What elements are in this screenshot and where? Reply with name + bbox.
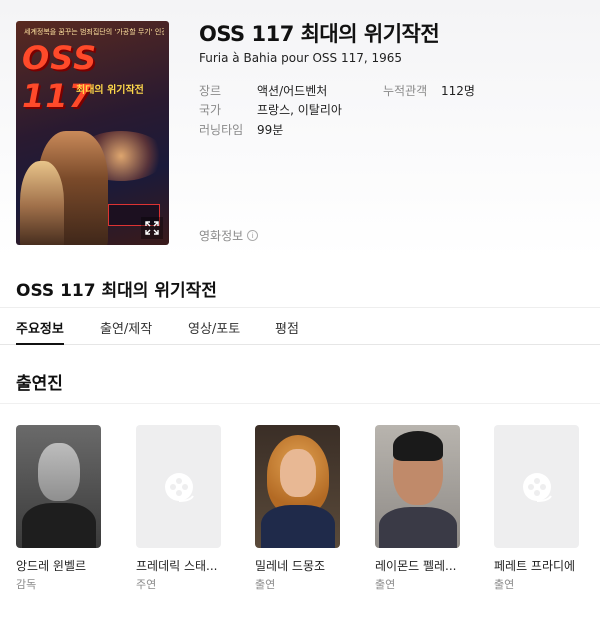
expand-icon[interactable]	[141, 217, 163, 239]
meta-runtime: 러닝타임 99분	[199, 121, 283, 138]
meta-value: 112명	[441, 84, 475, 98]
meta-label: 러닝타임	[199, 123, 244, 137]
tab-cast-crew[interactable]: 출연/제작	[100, 318, 152, 337]
divider	[0, 403, 600, 404]
cast-name: 페레트 프라디에	[494, 559, 576, 573]
portrait-body	[261, 505, 335, 548]
info-icon: i	[247, 230, 259, 241]
meta-value: 프랑스, 이탈리아	[257, 103, 342, 117]
film-reel-icon	[165, 473, 194, 502]
cast-card[interactable]: 레이몬드 펠레... 출연	[375, 425, 461, 592]
movie-info-label: 영화정보	[199, 229, 244, 243]
movie-poster[interactable]: 세계정복을 꿈꾸는 범죄집단의 '가공할 무기' 인간폭탄! OSS 117 최…	[16, 21, 169, 245]
meta-label: 누적관객	[383, 84, 428, 98]
meta-label: 장르	[199, 84, 222, 98]
cast-name: 레이몬드 펠레...	[375, 559, 457, 573]
meta-audience: 누적관객 112명	[383, 82, 475, 99]
cast-name: 앙드레 윈벨르	[16, 559, 87, 573]
cast-photo	[375, 425, 460, 548]
cast-photo-placeholder	[136, 425, 221, 548]
cast-card[interactable]: 밀레네 드몽조 출연	[255, 425, 341, 592]
cast-name: 프레데릭 스태...	[136, 559, 218, 573]
tab-main-info[interactable]: 주요정보	[16, 318, 64, 337]
cast-role: 주연	[136, 578, 157, 591]
meta-country: 국가 프랑스, 이탈리아	[199, 101, 342, 118]
tab-ratings[interactable]: 평점	[275, 318, 299, 337]
portrait-body	[379, 507, 457, 548]
meta-value: 액션/어드벤처	[257, 84, 328, 98]
movie-info-link[interactable]: 영화정보 i	[199, 227, 259, 244]
movie-original-title: Furia à Bahia pour OSS 117, 1965	[199, 51, 403, 65]
poster-title: OSS 117	[22, 39, 98, 115]
section-title: OSS 117 최대의 위기작전	[16, 281, 217, 301]
cast-role: 출연	[494, 578, 515, 591]
poster-tagline: 세계정복을 꿈꾸는 범죄집단의 '가공할 무기' 인간폭탄!	[24, 28, 164, 36]
cast-card[interactable]: 앙드레 윈벨르 감독	[16, 425, 102, 592]
portrait-hair	[393, 431, 443, 461]
cast-photo	[16, 425, 101, 548]
cast-photo	[255, 425, 340, 548]
cast-name: 밀레네 드몽조	[255, 559, 326, 573]
portrait-body	[22, 503, 96, 548]
cast-card[interactable]: 프레데릭 스태... 주연	[136, 425, 222, 592]
film-reel-icon	[523, 473, 552, 502]
movie-title: OSS 117 최대의 위기작전	[199, 22, 440, 46]
meta-value: 99분	[257, 123, 284, 137]
portrait-face	[38, 443, 80, 501]
cast-role: 출연	[375, 578, 396, 591]
poster-subtitle: 최대의 위기작전	[76, 85, 144, 96]
active-tab-indicator	[16, 343, 64, 345]
meta-label: 국가	[199, 103, 222, 117]
tab-video-photo[interactable]: 영상/포토	[188, 318, 240, 337]
poster-figure-woman	[20, 161, 64, 245]
meta-genre: 장르 액션/어드벤처	[199, 82, 327, 99]
cast-role: 감독	[16, 578, 37, 591]
portrait-face	[280, 449, 316, 497]
cast-section-title: 출연진	[16, 374, 63, 394]
cast-role: 출연	[255, 578, 276, 591]
cast-card[interactable]: 페레트 프라디에 출연	[494, 425, 580, 592]
cast-photo-placeholder	[494, 425, 579, 548]
tab-bar: 주요정보 출연/제작 영상/포토 평점	[0, 307, 600, 345]
